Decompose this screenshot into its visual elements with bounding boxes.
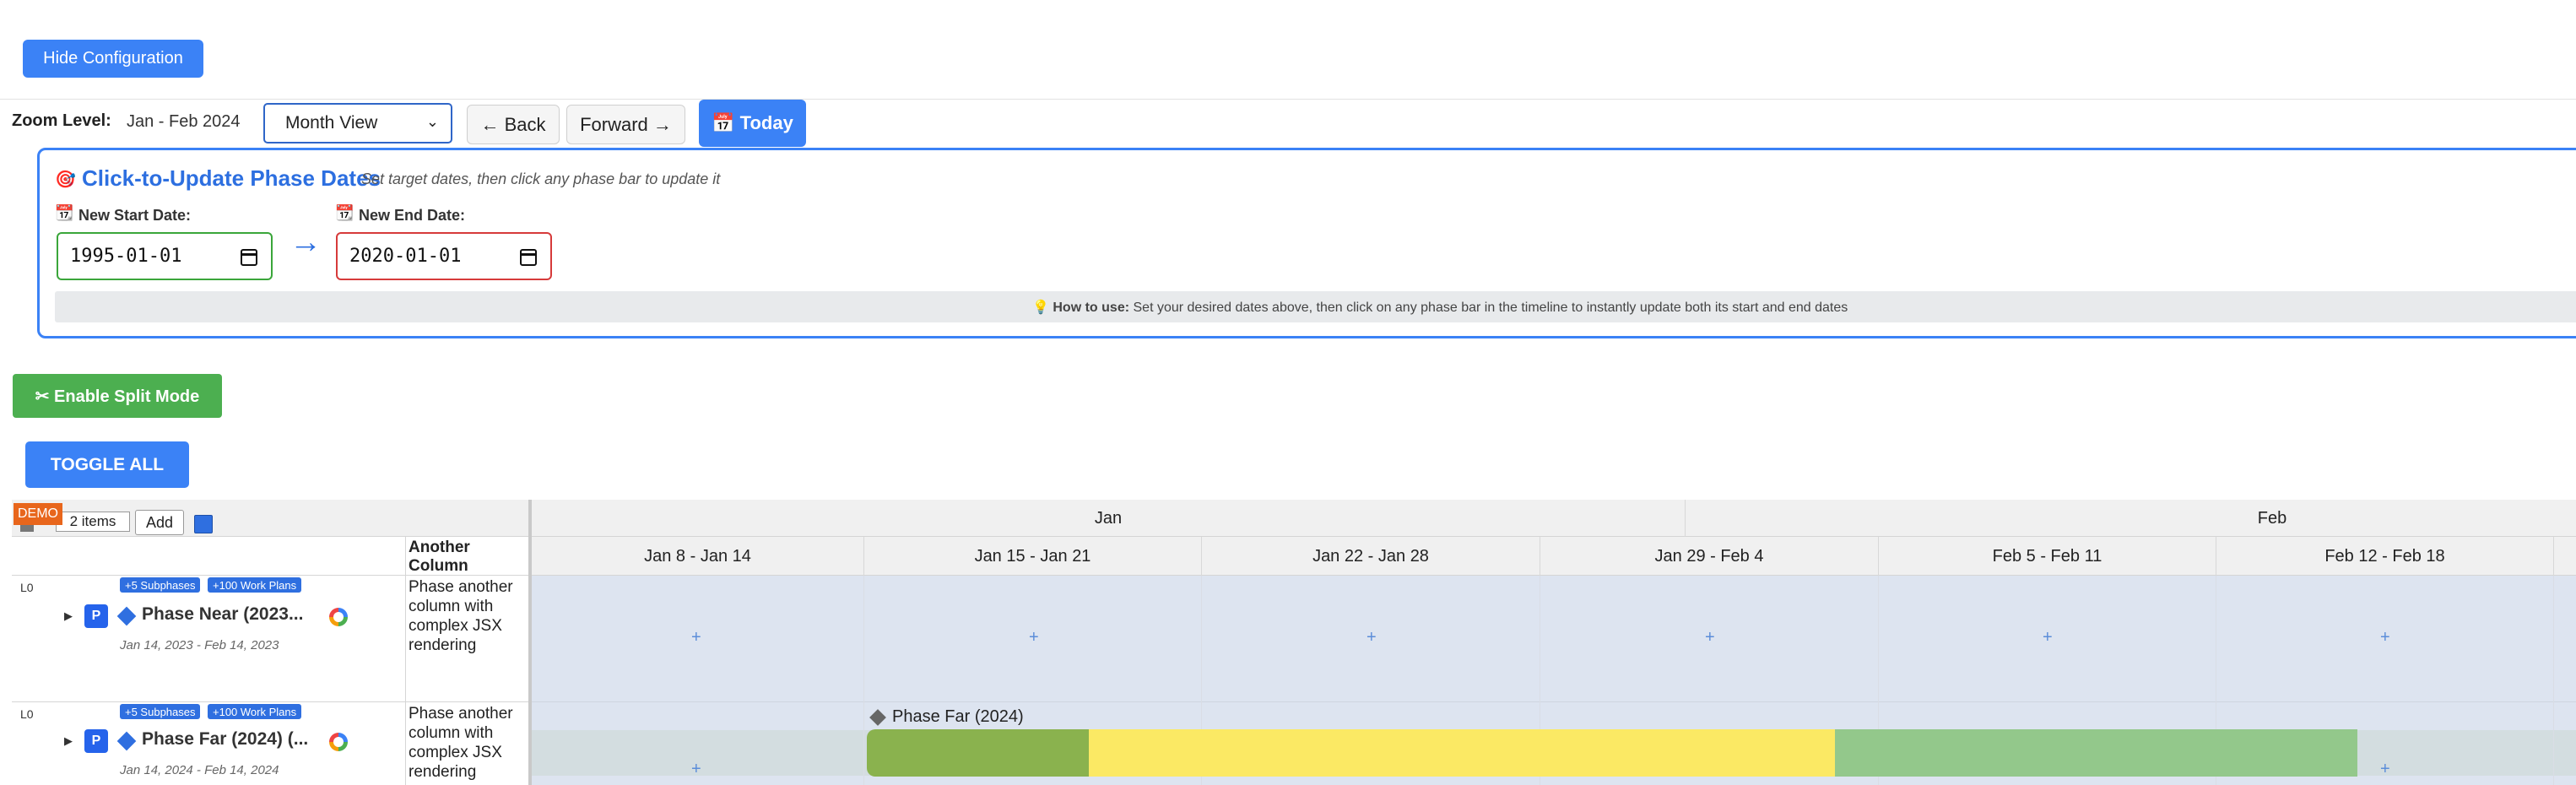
expand-triangle-icon[interactable]: ▶ — [64, 734, 73, 748]
month-cell-feb: Feb — [2257, 508, 2287, 528]
work-plans-badge[interactable]: +100 Work Plans — [208, 577, 302, 593]
click-update-title: Click-to-Update Phase Dates — [82, 165, 381, 191]
week-cell: Jan 15 - Jan 21 — [864, 537, 1202, 576]
phase-name[interactable]: Phase Near (2023... — [142, 604, 303, 625]
diamond-icon — [116, 731, 137, 751]
toggle-all-button[interactable]: TOGGLE ALL — [25, 441, 189, 488]
start-date-value: 1995-01-01 — [70, 246, 182, 267]
week-cell: Jan 8 - Jan 14 — [532, 537, 864, 576]
today-button[interactable]: 📅 Today — [699, 100, 806, 147]
arrow-icon: → — [290, 225, 322, 260]
timeline-row[interactable] — [532, 576, 2576, 702]
week-cell: Feb 5 - Feb 11 — [1879, 537, 2216, 576]
howto-label: How to use: — [1053, 300, 1130, 315]
level-label: L0 — [20, 581, 34, 594]
gantt-grid-panel: 2 items Add DEMO Another Column L0 +5 Su… — [12, 500, 532, 785]
end-date-label: New End Date: — [359, 207, 466, 224]
end-date-value: 2020-01-01 — [349, 246, 462, 267]
expand-triangle-icon[interactable]: ▶ — [64, 609, 73, 623]
week-cell: Jan 22 - Jan 28 — [1202, 537, 1540, 576]
calendar-icon: 📆 — [55, 204, 74, 221]
phase-name[interactable]: Phase Far (2024) (... — [142, 729, 308, 750]
lightbulb-icon: 💡 — [1032, 300, 1049, 315]
add-item-icon[interactable]: + — [691, 628, 701, 647]
gantt-timeline: Jan Feb Jan 8 - Jan 14 Jan 15 - Jan 21 J… — [532, 500, 2576, 785]
start-date-label: New Start Date: — [78, 207, 192, 224]
phase-bar[interactable] — [867, 729, 2576, 777]
another-column-cell: Phase another column with complex JSX re… — [409, 705, 513, 781]
level-label: L0 — [20, 707, 34, 721]
view-mode-value: Month View — [285, 113, 378, 133]
forward-button[interactable]: Forward → — [566, 105, 685, 144]
subphases-badge[interactable]: +5 Subphases — [120, 704, 201, 719]
demo-badge: DEMO — [14, 503, 62, 525]
phase-type-icon: P — [84, 604, 108, 628]
add-item-icon[interactable]: + — [1366, 628, 1377, 647]
week-gridline — [863, 576, 864, 785]
enable-split-mode-button[interactable]: ✂ Enable Split Mode — [13, 374, 222, 418]
progress-ring-icon — [329, 733, 348, 751]
another-column-cell: Phase another column with complex JSX re… — [409, 578, 513, 654]
view-mode-select[interactable]: Month View ⌄ — [263, 103, 452, 143]
add-item-icon[interactable]: + — [1029, 628, 1039, 647]
phase-bar-segment — [867, 729, 1089, 777]
phase-bar-segment — [1835, 729, 2357, 777]
grid-row[interactable]: L0 +5 Subphases +100 Work Plans ▶ P Phas… — [12, 576, 532, 702]
week-cell: Jan 29 - Feb 4 — [1540, 537, 1879, 576]
progress-ring-icon — [329, 608, 348, 626]
howto-text: Set your desired dates above, then click… — [1133, 300, 1848, 315]
chevron-down-icon: ⌄ — [425, 113, 439, 130]
click-to-update-panel: 🎯 Click-to-Update Phase Dates Set target… — [37, 148, 2576, 338]
add-item-icon[interactable]: + — [1705, 628, 1715, 647]
howto-bar: 💡 How to use: Set your desired dates abo… — [55, 291, 2576, 322]
divider — [0, 99, 2576, 100]
target-icon: 🎯 — [55, 171, 76, 189]
phase-bar-label: Phase Far (2024) — [892, 707, 1024, 726]
month-cell-jan: Jan — [532, 500, 1686, 537]
week-cell: Feb 12 - Feb 18 — [2216, 537, 2554, 576]
click-update-subtitle: Set target dates, then click any phase b… — [361, 171, 721, 187]
another-column-header: Another Column — [409, 539, 470, 575]
calendar-picker-icon[interactable] — [241, 249, 257, 266]
add-item-icon[interactable]: + — [691, 760, 701, 779]
grid-row[interactable]: L0 +5 Subphases +100 Work Plans ▶ P Phas… — [12, 702, 532, 785]
add-item-icon[interactable]: + — [2043, 628, 2053, 647]
top-residue — [0, 0, 338, 5]
howto-text-wrap: 💡 How to use: Set your desired dates abo… — [1032, 299, 1848, 316]
zoom-range-text: Jan - Feb 2024 — [127, 112, 241, 131]
subphases-badge[interactable]: +5 Subphases — [120, 577, 201, 593]
color-square-icon[interactable] — [194, 515, 213, 533]
phase-dates: Jan 14, 2023 - Feb 14, 2023 — [120, 638, 279, 652]
hide-configuration-button[interactable]: Hide Configuration — [23, 40, 203, 78]
calendar-icon: 📆 — [335, 204, 354, 221]
start-date-input[interactable]: 1995-01-01 — [57, 232, 273, 280]
phase-bar-segment — [1089, 729, 1835, 777]
end-date-input[interactable]: 2020-01-01 — [336, 232, 552, 280]
zoom-level-label: Zoom Level: — [12, 111, 111, 130]
diamond-icon — [116, 606, 137, 626]
calendar-picker-icon[interactable] — [520, 249, 537, 266]
items-count-button[interactable]: 2 items — [56, 512, 130, 532]
back-button[interactable]: ← Back — [467, 105, 560, 144]
add-item-icon[interactable]: + — [2380, 628, 2390, 647]
work-plans-badge[interactable]: +100 Work Plans — [208, 704, 302, 719]
add-button[interactable]: Add — [135, 510, 184, 535]
phase-dates: Jan 14, 2024 - Feb 14, 2024 — [120, 763, 279, 777]
phase-type-icon: P — [84, 729, 108, 753]
